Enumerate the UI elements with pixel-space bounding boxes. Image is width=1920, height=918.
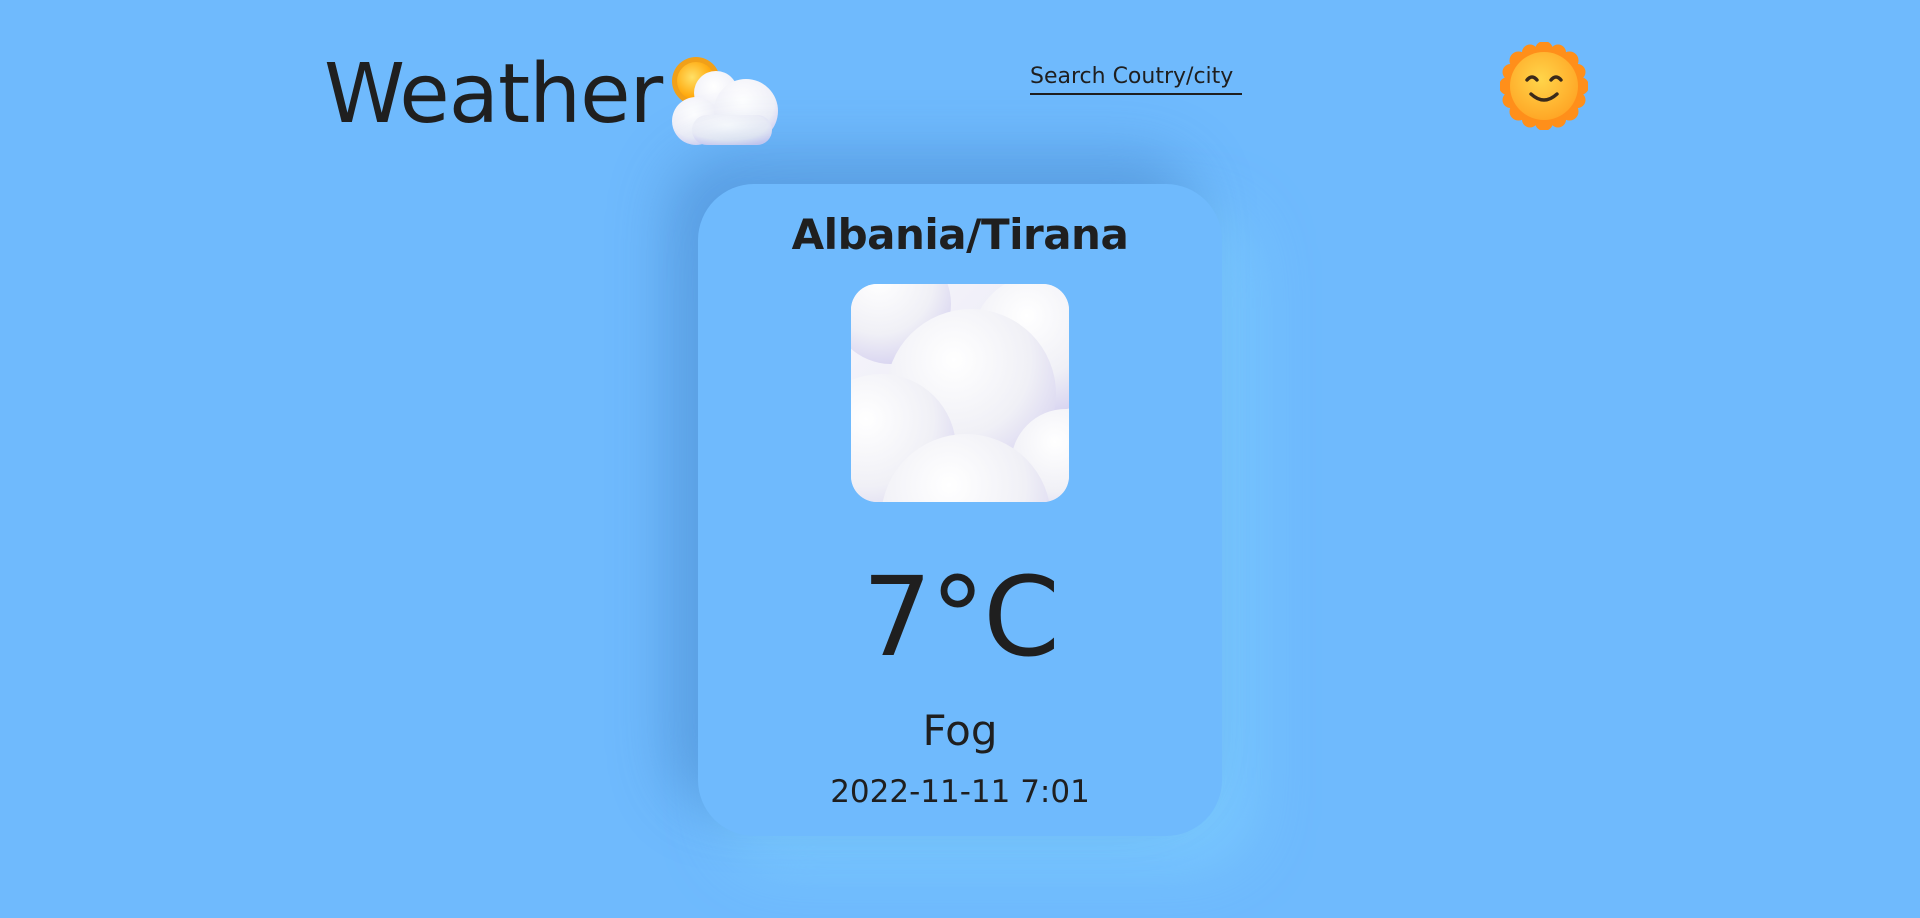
fog-clouds-icon <box>851 284 1069 502</box>
weather-app: Weather Search Coutry/city Albania/Tiran… <box>0 0 1920 918</box>
brand: Weather <box>324 40 784 150</box>
timestamp-label: 2022-11-11 7:01 <box>830 774 1090 810</box>
weather-card: Albania/Tirana 7°C Fog 2022-11-11 7:01 <box>698 184 1222 836</box>
app-title: Weather <box>324 47 663 142</box>
sun-behind-cloud-icon <box>672 57 779 145</box>
temperature-value: 7°C <box>862 553 1060 681</box>
condition-label: Fog <box>922 706 998 755</box>
location-label: Albania/Tirana <box>791 210 1129 259</box>
smiling-sun-icon[interactable] <box>1500 42 1588 130</box>
search-input[interactable] <box>1030 62 1242 95</box>
